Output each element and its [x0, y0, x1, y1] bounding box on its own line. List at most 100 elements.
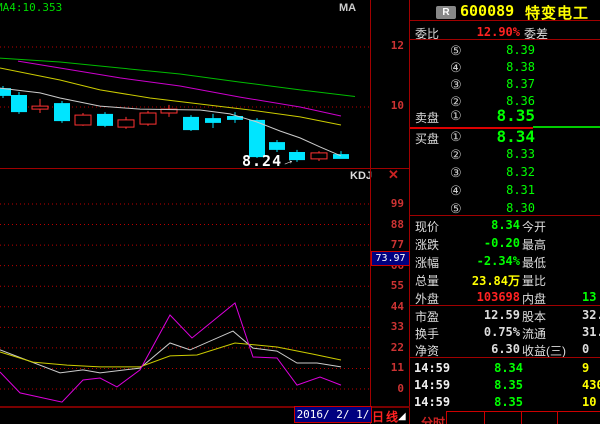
stats-separator-1 — [410, 215, 600, 216]
candle — [54, 103, 70, 121]
buy-level-row[interactable]: ②8.33 — [410, 147, 600, 164]
candle — [205, 118, 221, 123]
period-dropdown-icon[interactable]: ◢ — [398, 411, 406, 422]
stat-value: 8.34 — [430, 218, 520, 232]
current-price-line — [533, 126, 600, 128]
kdj-axis-label: 33 — [380, 320, 404, 333]
kdj-axis-label: 88 — [380, 218, 404, 231]
ma-yellow — [0, 68, 341, 125]
candlestick-kdj-chart[interactable] — [0, 0, 370, 407]
ma-legend-label: MA — [339, 2, 356, 14]
candle — [140, 113, 156, 124]
margin-eligible-badge: R — [436, 6, 456, 19]
stat-row[interactable]: 市盈12.59股本32. — [410, 308, 600, 325]
kdj-k — [0, 331, 341, 373]
kdj-axis-label: 55 — [380, 279, 404, 292]
kdj-axis-label: 77 — [380, 238, 404, 251]
stat-right-value: 13 — [582, 290, 596, 304]
candle — [269, 142, 285, 150]
kdj-axis-label: 44 — [380, 300, 404, 313]
sell-price: 8.38 — [440, 60, 535, 74]
tick-time: 14:59 — [414, 361, 450, 375]
stat-value: -0.20 — [430, 236, 520, 250]
sell-level-row[interactable]: ④8.38 — [410, 60, 600, 77]
weibi-underline — [410, 39, 600, 40]
stat-value: 12.59 — [430, 308, 520, 322]
stat-row[interactable]: 总量23.84万量比 — [410, 272, 600, 289]
date-indicator[interactable]: 2016/ 2/ 1/— — [294, 406, 372, 423]
tick-price: 8.34 — [455, 361, 523, 375]
tick-volume: 9 — [582, 361, 589, 375]
ma-green — [0, 58, 355, 96]
stat-right-value: 31. — [582, 325, 600, 339]
weibi-value: 12.90% — [458, 25, 520, 39]
buy-side-label: 买盘 — [415, 130, 439, 147]
stock-code[interactable]: 600089 — [460, 2, 514, 20]
tick-trade-row[interactable]: 14:598.35430 — [410, 378, 600, 395]
stat-row[interactable]: 换手0.75%流通31. — [410, 325, 600, 342]
stat-row[interactable]: 涨跌-0.20最高 — [410, 236, 600, 253]
kdj-axis-label: 99 — [380, 197, 404, 210]
stats-separator-3 — [410, 357, 600, 358]
buy-price: 8.31 — [440, 183, 535, 197]
chart-right-border — [370, 0, 371, 424]
stock-terminal-window: MA4:10.353 MA 8.24 → KDJ ✕ 2016/ 2/ 1/— … — [0, 0, 600, 424]
ma4-value-label: MA4:10.353 — [0, 1, 62, 14]
buy-level-row[interactable]: 买盘①8.34 — [410, 129, 600, 146]
kdj-axis-label: 22 — [380, 341, 404, 354]
buy-price: 8.33 — [440, 147, 535, 161]
panel-separator-line — [0, 168, 410, 169]
candle — [183, 117, 199, 130]
candle — [75, 115, 91, 125]
title-underline — [410, 20, 600, 21]
stat-right-value: 0 — [582, 342, 589, 356]
stats-separator-2 — [410, 305, 600, 306]
sell-price: 8.39 — [440, 43, 535, 57]
buy-level-row[interactable]: ③8.32 — [410, 165, 600, 182]
candle — [333, 154, 349, 159]
buy-level-row[interactable]: ④8.31 — [410, 183, 600, 200]
quote-panel: R 600089 特变电工 委比 12.90% 委差 ⑤8.39④8.38③8.… — [410, 0, 600, 424]
buy-price: 8.34 — [440, 127, 535, 146]
sell-price: 8.35 — [440, 106, 535, 125]
stat-value: 0.75% — [430, 325, 520, 339]
kdj-axis-label: 0 — [380, 382, 404, 395]
tick-time: 14:59 — [414, 395, 450, 409]
kdj-current-value-badge: 73.97 — [371, 251, 410, 266]
period-tab-daily[interactable]: 日线 — [372, 408, 400, 424]
kdj-j — [0, 303, 341, 402]
sell-side-label: 卖盘 — [415, 109, 439, 126]
tick-price: 8.35 — [455, 395, 523, 409]
price-axis-label: 10 — [380, 99, 404, 112]
tick-time: 14:59 — [414, 378, 450, 392]
buy-price: 8.30 — [440, 201, 535, 215]
stat-right-label: 最高 — [522, 236, 546, 253]
stat-right-label: 今开 — [522, 218, 546, 235]
close-indicator-icon[interactable]: ✕ — [388, 167, 399, 183]
kdj-axis-label: 11 — [380, 361, 404, 374]
stat-right-label: 量比 — [522, 272, 546, 289]
stat-right-label: 流通 — [522, 325, 546, 342]
stat-row[interactable]: 现价8.34今开 — [410, 218, 600, 235]
buy-price: 8.32 — [440, 165, 535, 179]
candle — [118, 120, 134, 127]
stat-value: 6.30 — [430, 342, 520, 356]
stat-right-label: 股本 — [522, 308, 546, 325]
stat-right-value: 32. — [582, 308, 600, 322]
price-axis-label: 12 — [380, 39, 404, 52]
candle — [311, 153, 327, 159]
candle — [11, 95, 27, 112]
stat-right-label: 最低 — [522, 254, 546, 271]
candle — [32, 106, 48, 109]
sell-level-row[interactable]: 卖盘①8.35 — [410, 108, 600, 125]
sell-level-row[interactable]: ③8.37 — [410, 77, 600, 94]
stat-value: 103698 — [430, 290, 520, 304]
sell-level-row[interactable]: ⑤8.39 — [410, 43, 600, 60]
kdj-indicator-title: KDJ — [350, 170, 372, 182]
tick-volume: 10 — [582, 395, 596, 409]
ma-white — [0, 88, 341, 156]
tick-trade-row[interactable]: 14:59 8.34 9 — [410, 361, 600, 378]
kdj-d — [0, 343, 341, 367]
tick-trade-row[interactable]: 14:59 8.35 10 — [410, 395, 600, 412]
stat-row[interactable]: 涨幅-2.34%最低 — [410, 254, 600, 271]
